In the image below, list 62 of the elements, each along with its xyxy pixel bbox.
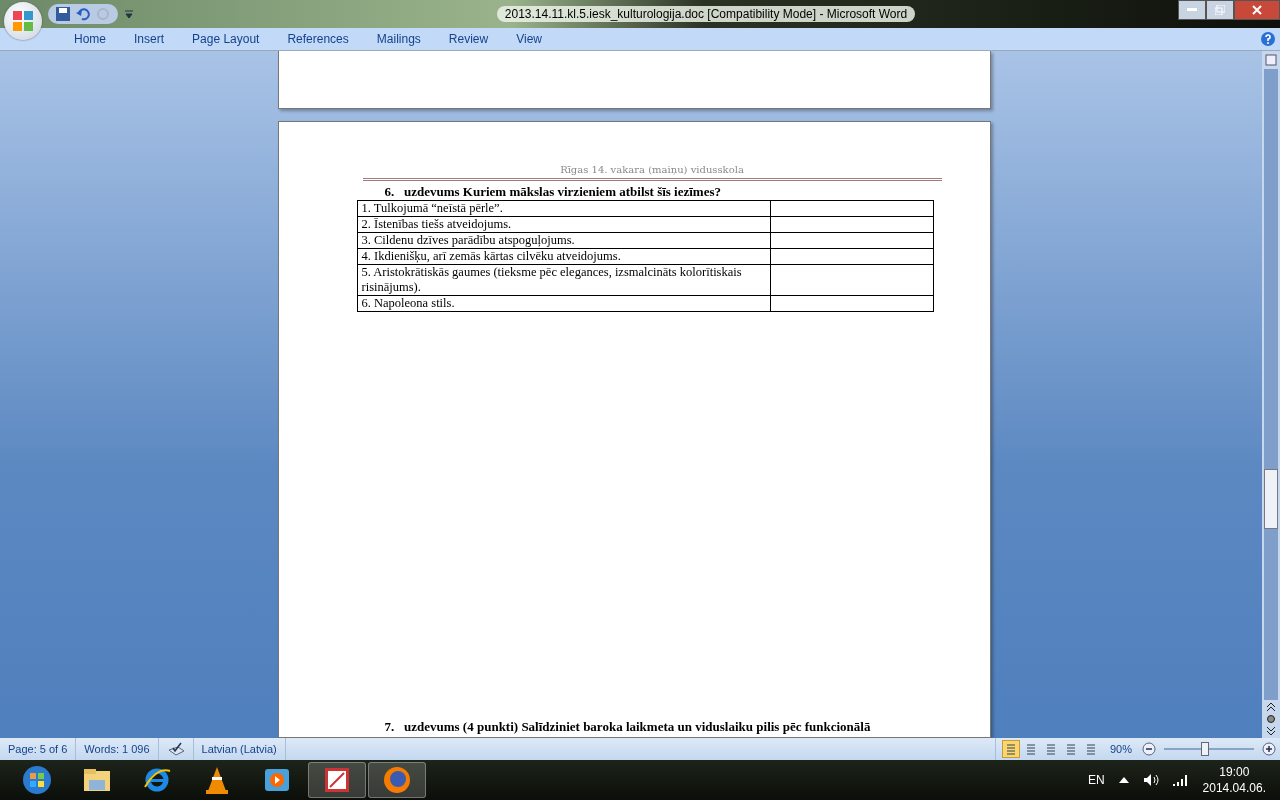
table-cell: 2. Īstenības tiešs atveidojums. [357, 216, 770, 233]
table-cell: 4. Ikdienišķu, arī zemās kārtas cilvēku atveidojums. [357, 248, 770, 265]
view-button[interactable] [1001, 740, 1020, 758]
previous-page-icon[interactable] [1266, 702, 1276, 712]
answer-cell[interactable] [770, 295, 933, 312]
clock[interactable]: 19:00 2014.04.06. [1202, 764, 1266, 796]
restore-button[interactable] [1206, 0, 1234, 20]
ribbon-tab[interactable]: References [273, 28, 363, 50]
answer-cell[interactable] [770, 200, 933, 217]
close-icon [1252, 5, 1262, 15]
zoom-slider-thumb[interactable] [1201, 742, 1210, 756]
ruler-toggle-icon[interactable] [1264, 53, 1278, 67]
ribbon-tab[interactable]: Insert [120, 28, 179, 50]
window-title: 2013.14.11.kl.5.iesk_kulturologija.doc [Compatibility Mode] - Microsoft Word [496, 6, 916, 22]
media-player-icon [263, 766, 291, 794]
restore-icon [1215, 5, 1225, 15]
scrollbar-thumb[interactable] [1264, 469, 1278, 529]
show-hidden-icons-icon[interactable] [1118, 777, 1129, 783]
close-button[interactable] [1234, 0, 1280, 20]
ribbon-tab[interactable]: View [502, 28, 556, 50]
help-icon[interactable] [1260, 31, 1276, 47]
customize-arrow-icon[interactable] [124, 9, 134, 19]
page-header: Rīgas 14. vakara (maiņu) vidusskola [362, 164, 942, 181]
page-view-icon [1024, 743, 1037, 755]
undo-icon[interactable] [76, 7, 90, 21]
start-orb-icon [22, 765, 52, 795]
volume-icon[interactable] [1142, 773, 1159, 787]
ribbon-tab[interactable]: Home [60, 28, 120, 50]
ribbon-tab[interactable]: Mailings [362, 28, 435, 50]
answer-cell[interactable] [770, 216, 933, 233]
minimize-button[interactable] [1178, 0, 1206, 20]
signal-icon[interactable] [1172, 774, 1189, 786]
task-heading: 6. uzdevums Kuriem mākslas virzieniem atbilst šīs iezīmes? [384, 184, 723, 200]
task-heading: 7. uzdevums (4 punkti) Salīdziniet baroka laikmeta un viduslaiku pilis pēc funkcionālā [384, 719, 871, 735]
table-cell: 3. Cildenu dzīves parādību atspoguļojums. [357, 232, 770, 249]
input-language[interactable]: EN [1087, 773, 1105, 787]
answer-cell[interactable] [770, 248, 933, 265]
zoom-out-icon[interactable] [1142, 742, 1156, 756]
table-cell: 6. Napoleona stils. [357, 295, 770, 312]
office-logo-icon [12, 10, 34, 32]
answer-cell[interactable] [770, 264, 933, 296]
office-button[interactable] [4, 2, 42, 40]
ribbon-tab[interactable]: Page Layout [178, 28, 274, 50]
answer-cell[interactable] [770, 232, 933, 249]
cone-icon [204, 765, 230, 795]
minimize-icon [1187, 8, 1197, 12]
ribbon-tab[interactable]: Review [434, 28, 503, 50]
zoom-level[interactable]: 90% [1109, 743, 1132, 755]
table-cell: 5. Aristokrātiskās gaumes (tieksme pēc elegances, izsmalcināts kolorītiskais risinājums). [357, 264, 770, 296]
page-view-icon [1084, 743, 1097, 755]
proofing-icon[interactable] [166, 742, 185, 756]
taskbar-app-button[interactable] [308, 762, 366, 798]
page-view-icon [1064, 743, 1077, 755]
table-cell: 1. Tulkojumā “neīstā pērle”. [357, 200, 770, 217]
page-view-icon [1044, 743, 1057, 755]
zoom-in-icon[interactable] [1262, 742, 1276, 756]
browse-object-icon[interactable] [1266, 714, 1276, 724]
page-view-icon [1004, 743, 1017, 755]
next-page-icon[interactable] [1266, 726, 1276, 738]
browser-icon [382, 765, 412, 795]
save-icon[interactable] [56, 7, 70, 21]
folder-icon [82, 767, 112, 793]
